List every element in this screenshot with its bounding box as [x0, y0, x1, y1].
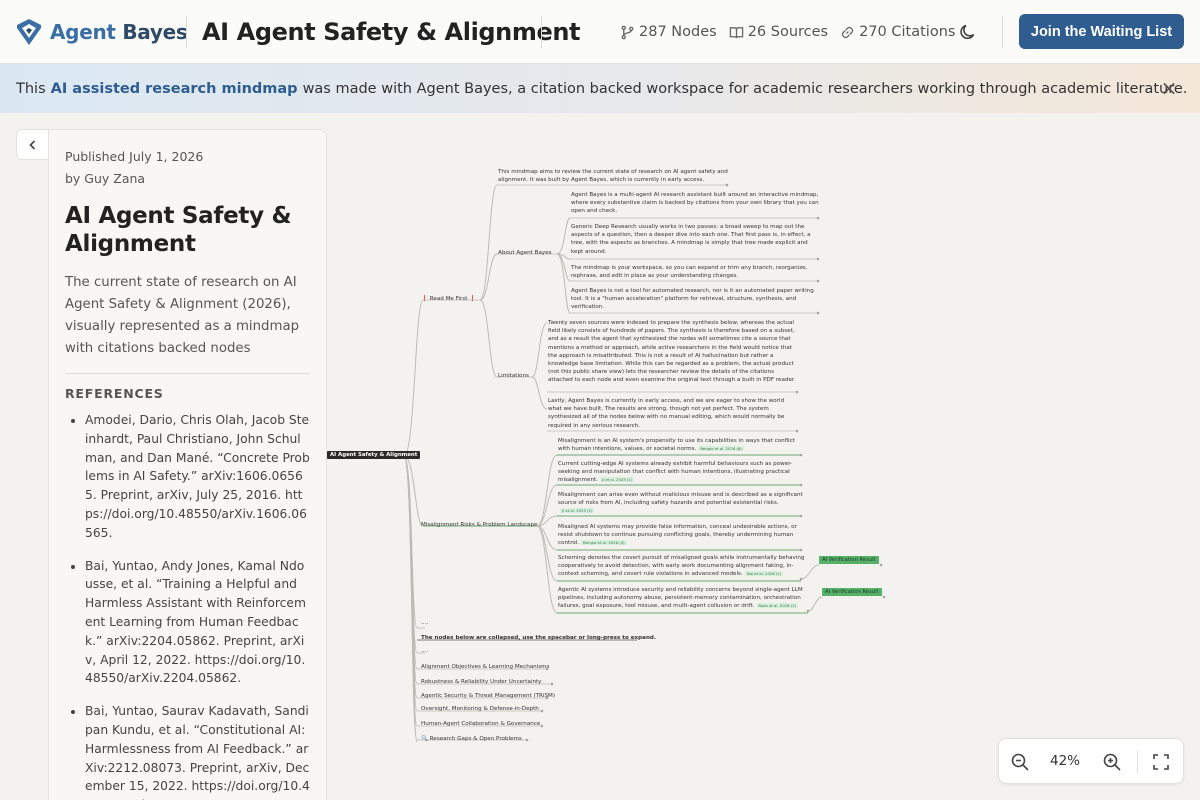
mindmap-node-section[interactable]: Agentic Security & Threat Management (TR…: [421, 692, 555, 700]
mindmap-node-misalignment-4[interactable]: Misaligned AI systems may provide false …: [558, 523, 806, 548]
banner-text-pre: This: [16, 80, 46, 97]
logo-text-agent: Agent: [50, 19, 116, 44]
node-text: Current cutting-edge AI systems already …: [558, 461, 793, 484]
mindmap-node-section[interactable]: Human-Agent Collaboration & Governance: [421, 720, 540, 728]
collapse-panel-button[interactable]: [16, 129, 49, 160]
logo[interactable]: Agent Bayes: [16, 18, 188, 46]
mindmap-node-about-1[interactable]: Agent Bayes is a multi-agent AI research…: [571, 191, 821, 216]
mindmap-node-intro[interactable]: This mindmap aims to review the current …: [498, 168, 734, 184]
mindmap-node-limitations-1[interactable]: Twenty seven sources were indexed to pre…: [548, 319, 798, 385]
verification-badge[interactable]: AI Verification Result: [822, 588, 882, 596]
book-icon: [729, 26, 743, 38]
mindmap-node-section[interactable]: 🔍 Research Gaps & Open Problems: [421, 735, 522, 743]
info-panel: Published July 1, 2026 by Guy Zana AI Ag…: [48, 129, 327, 800]
fullscreen-icon[interactable]: [1151, 752, 1171, 772]
mindmap-node-misalignment[interactable]: Misalignment Risks & Problem Landscape: [421, 521, 537, 529]
mindmap-canvas[interactable]: AI Agent Safety & Alignment ❗ Read Me Fi…: [327, 113, 1200, 800]
citation-chip[interactable]: Raza et al. 2026 (1): [756, 603, 799, 609]
mindmap-node-misalignment-5[interactable]: Scheming denotes the covert pursuit of m…: [558, 554, 806, 579]
zoom-level: 42%: [1049, 753, 1080, 769]
zoom-out-icon[interactable]: [1010, 752, 1030, 772]
divider: [65, 373, 310, 374]
stat-citations: 270 Citations: [840, 24, 955, 40]
mindmap-node-section[interactable]: Oversight, Monitoring & Defense-in-Depth: [421, 705, 539, 713]
logo-text: Agent Bayes: [50, 19, 188, 44]
collapsed-note: The nodes below are collapsed, use the s…: [421, 635, 657, 641]
mindmap-ellipsis[interactable]: ....: [421, 619, 428, 627]
published-date: Published July 1, 2026: [65, 149, 204, 164]
banner-text-post: was made with Agent Bayes, a citation ba…: [302, 80, 1188, 97]
stat-sources-label: 26 Sources: [747, 24, 829, 40]
mindmap-node-misalignment-2[interactable]: Current cutting-edge AI systems already …: [558, 460, 806, 485]
reference-item[interactable]: Amodei, Dario, Chris Olah, Jacob Steinha…: [85, 411, 310, 543]
mindmap-node-section[interactable]: Alignment Objectives & Learning Mechanis…: [421, 663, 550, 671]
mindmap-node-about[interactable]: About Agent Bayes: [498, 249, 552, 257]
info-banner: This AI assisted research mindmap was ma…: [0, 64, 1200, 113]
citation-chip[interactable]: Bengio et al. 2026 (4): [581, 540, 627, 546]
stat-nodes: 287 Nodes: [620, 24, 717, 40]
link-icon: [841, 26, 854, 38]
reference-item[interactable]: Bai, Yuntao, Andy Jones, Kamal Ndousse, …: [85, 557, 310, 689]
mindmap-root-node[interactable]: AI Agent Safety & Alignment: [327, 451, 421, 459]
stat-sources: 26 Sources: [729, 24, 828, 40]
banner-link[interactable]: AI assisted research mindmap: [51, 81, 298, 97]
mindmap-node-about-4[interactable]: Agent Bayes is not a tool for automated …: [571, 287, 821, 312]
mindmap-node-section[interactable]: Robustness & Reliability Under Uncertain…: [421, 678, 542, 686]
zoom-controls: 42%: [998, 738, 1184, 784]
moon-icon[interactable]: [958, 22, 978, 42]
reference-item[interactable]: Bai, Yuntao, Saurav Kadavath, Sandipan K…: [85, 702, 310, 800]
citation-chip[interactable]: Dai et al. 2026 (1): [744, 571, 784, 577]
join-waiting-list-button[interactable]: Join the Waiting List: [1019, 14, 1184, 49]
stat-nodes-label: 287 Nodes: [639, 24, 717, 40]
mindmap-node-misalignment-6[interactable]: Agentic AI systems introduce security an…: [558, 586, 810, 611]
citation-chip[interactable]: Bengio et al. 2026 (6): [698, 446, 744, 452]
header-divider: [1002, 16, 1003, 48]
mindmap-ellipsis[interactable]: ....: [421, 647, 428, 655]
references-list: Amodei, Dario, Chris Olah, Jacob Steinha…: [65, 411, 310, 800]
stat-citations-label: 270 Citations: [859, 24, 956, 40]
mindmap-node-about-2[interactable]: Generic Deep Research usually works in t…: [571, 223, 821, 256]
top-header: Agent Bayes AI Agent Safety & Alignment …: [0, 0, 1200, 64]
mindmap-node-limitations-2[interactable]: Lastly, Agent Bayes is currently in earl…: [548, 397, 798, 430]
node-text: Misalignment can arise even without mali…: [558, 492, 803, 507]
close-icon[interactable]: ×: [1160, 78, 1178, 98]
panel-title: AI Agent Safety & Alignment: [65, 203, 292, 257]
zoom-divider: [1137, 751, 1138, 773]
author: by Guy Zana: [65, 171, 146, 186]
stats-bar: 287 Nodes 26 Sources 270 Citations: [620, 0, 955, 64]
verification-badge[interactable]: AI Verification Result: [819, 556, 879, 564]
branch-icon: [621, 25, 634, 39]
node-text: Misalignment is an AI system's propensit…: [558, 438, 795, 453]
chevron-left-icon: [28, 139, 35, 150]
mindmap-node-read-me[interactable]: ❗ Read Me First ❗: [421, 295, 476, 303]
mindmap-node-limitations[interactable]: Limitations: [498, 372, 529, 380]
panel-description: The current state of research on AI Agen…: [65, 275, 300, 356]
page-title: AI Agent Safety & Alignment: [202, 18, 581, 46]
citation-chip[interactable]: Ji et al. 2025 (1): [599, 477, 635, 483]
mindmap-node-misalignment-1[interactable]: Misalignment is an AI system's propensit…: [558, 437, 806, 453]
header-divider: [541, 16, 542, 48]
logo-icon: [17, 18, 41, 45]
zoom-in-icon[interactable]: [1102, 752, 1122, 772]
references-heading: REFERENCES: [65, 386, 164, 401]
logo-text-bayes: Bayes: [122, 19, 188, 44]
citation-chip[interactable]: Ji et al. 2025 (1): [560, 508, 595, 514]
mindmap-node-misalignment-3[interactable]: Misalignment can arise even without mali…: [558, 491, 806, 516]
mindmap-node-about-3[interactable]: The mindmap is your workspace, so you ca…: [571, 264, 821, 280]
